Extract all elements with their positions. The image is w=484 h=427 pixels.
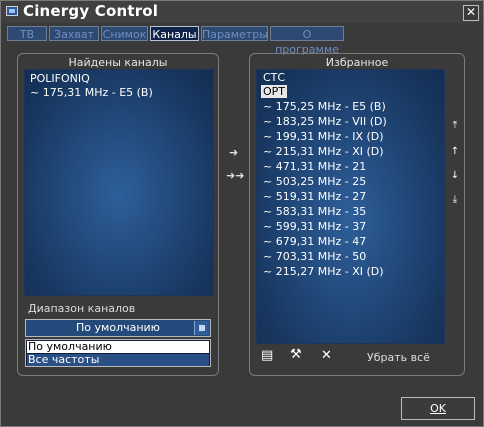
tab-capture[interactable]: Захват: [49, 26, 99, 41]
range-label: Диапазон каналов: [28, 302, 136, 315]
list-item[interactable]: СТС: [263, 71, 285, 84]
settings-tool-icon[interactable]: ⚒: [290, 347, 302, 362]
range-dropdown-list[interactable]: По умолчанию Все частоты: [25, 339, 211, 367]
favorites-panel: Избранное СТС ОРТ ~ 175,25 MHz - E5 (B) …: [249, 53, 465, 376]
found-channels-list[interactable]: POLIFONIQ ~ 175,31 MHz - E5 (B): [24, 69, 214, 296]
list-item[interactable]: ~ 471,31 MHz - 21: [263, 160, 366, 173]
move-bottom-icon[interactable]: ⤓: [450, 194, 460, 206]
app-icon: [6, 6, 18, 16]
range-dropdown[interactable]: По умолчанию: [25, 319, 211, 337]
chevron-down-icon[interactable]: [194, 321, 209, 335]
list-item[interactable]: ~ 183,25 MHz - VII (D): [263, 115, 387, 128]
list-item[interactable]: ~ 599,31 MHz - 37: [263, 220, 366, 233]
clear-all-button[interactable]: Убрать всё: [367, 351, 430, 364]
save-list-icon[interactable]: ▤: [261, 348, 273, 363]
range-selected: По умолчанию: [76, 321, 160, 334]
tab-snapshot[interactable]: Снимок: [101, 26, 148, 41]
ok-label: OK: [430, 402, 446, 415]
list-item[interactable]: ~ 583,31 MHz - 35: [263, 205, 366, 218]
add-channel-button[interactable]: ➜: [229, 146, 238, 159]
list-item[interactable]: ~ 175,25 MHz - E5 (B): [263, 100, 386, 113]
main-window: Cinergy Control ✕ ТВ Захват Снимок Канал…: [0, 0, 484, 427]
add-all-channels-button[interactable]: ➜➜: [226, 169, 244, 182]
list-item-selected[interactable]: ОРТ: [261, 85, 288, 98]
tab-channels[interactable]: Каналы: [150, 26, 199, 41]
delete-icon[interactable]: ✕: [321, 348, 332, 363]
list-item[interactable]: ~ 503,25 MHz - 25: [263, 175, 366, 188]
move-down-icon[interactable]: ↓: [450, 170, 460, 182]
ok-button[interactable]: OK: [401, 397, 475, 420]
found-channels-title: Найдены каналы: [68, 56, 168, 69]
window-title: Cinergy Control: [23, 2, 159, 20]
tab-tv[interactable]: ТВ: [7, 26, 47, 41]
list-item[interactable]: ~ 215,31 MHz - XI (D): [263, 145, 384, 158]
list-item[interactable]: POLIFONIQ: [30, 72, 90, 85]
list-item[interactable]: ~ 679,31 MHz - 47: [263, 235, 366, 248]
range-option-default[interactable]: По умолчанию: [27, 341, 209, 353]
range-option-all[interactable]: Все частоты: [27, 354, 209, 366]
favorites-list[interactable]: СТС ОРТ ~ 175,25 MHz - E5 (B) ~ 183,25 M…: [256, 69, 445, 344]
list-item[interactable]: ~ 199,31 MHz - IX (D): [263, 130, 384, 143]
move-up-icon[interactable]: ↑: [450, 146, 460, 158]
favorites-title: Избранное: [325, 56, 389, 69]
move-top-icon[interactable]: ⤒: [450, 120, 460, 132]
list-item[interactable]: ~ 703,31 MHz - 50: [263, 250, 366, 263]
tab-about[interactable]: О программе: [270, 26, 344, 56]
title-bar: Cinergy Control ✕: [1, 1, 483, 23]
close-button[interactable]: ✕: [463, 5, 479, 21]
tab-parameters[interactable]: Параметры: [201, 26, 268, 41]
list-item[interactable]: ~ 519,31 MHz - 27: [263, 190, 366, 203]
list-item[interactable]: ~ 215,27 MHz - XI (D): [263, 265, 384, 278]
list-item[interactable]: ~ 175,31 MHz - E5 (B): [30, 86, 153, 99]
